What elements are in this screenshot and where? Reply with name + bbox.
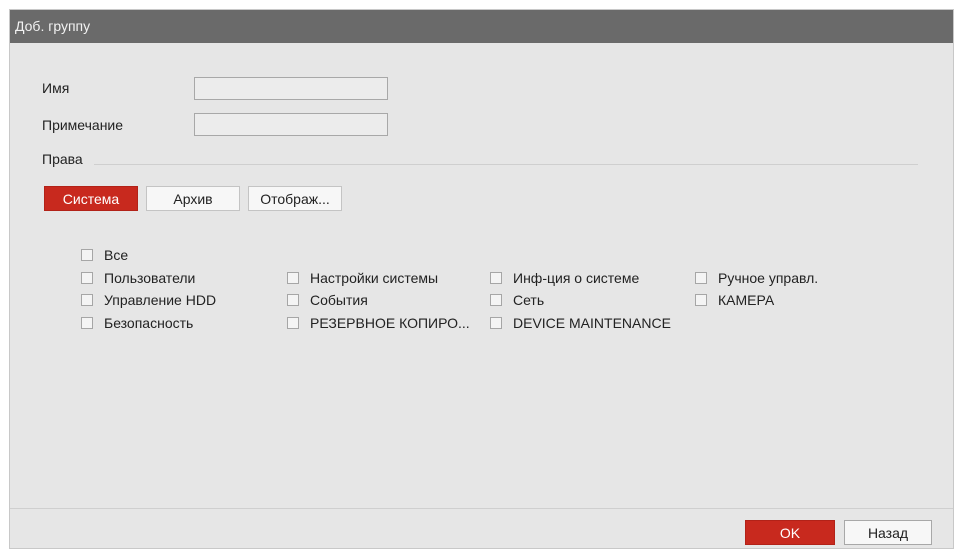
perm-system-info-label: Инф-ция о системе — [513, 270, 640, 286]
perm-events-checkbox[interactable] — [287, 294, 299, 306]
perm-camera-label: КАМЕРА — [718, 292, 775, 308]
perm-system-settings-label: Настройки системы — [310, 270, 439, 286]
perm-users-label: Пользователи — [104, 270, 196, 286]
footer-divider — [10, 508, 953, 509]
perm-security-checkbox[interactable] — [81, 317, 93, 329]
perm-manual-control-checkbox[interactable] — [695, 272, 707, 284]
name-input[interactable] — [194, 77, 388, 100]
perm-security-label: Безопасность — [104, 315, 194, 331]
perm-device-maintenance-label: DEVICE MAINTENANCE — [513, 315, 671, 331]
dialog-title: Доб. группу — [10, 10, 953, 43]
perm-users-checkbox[interactable] — [81, 272, 93, 284]
perm-device-maintenance-checkbox[interactable] — [490, 317, 502, 329]
perm-backup-label: РЕЗЕРВНОЕ КОПИРО... — [310, 315, 470, 331]
perm-backup-checkbox[interactable] — [287, 317, 299, 329]
perm-hdd-label: Управление HDD — [104, 292, 217, 308]
name-label: Имя — [42, 80, 70, 96]
tab-system[interactable]: Система — [44, 186, 138, 211]
rights-divider — [94, 164, 918, 165]
perm-camera-checkbox[interactable] — [695, 294, 707, 306]
rights-section-label: Права — [42, 151, 83, 167]
note-input[interactable] — [194, 113, 388, 136]
perm-events-label: События — [310, 292, 368, 308]
perm-hdd-checkbox[interactable] — [81, 294, 93, 306]
perm-all-label: Все — [104, 247, 129, 263]
add-group-dialog: Доб. группу Имя Примечание Права Система… — [9, 9, 954, 549]
back-button[interactable]: Назад — [844, 520, 932, 545]
perm-network-checkbox[interactable] — [490, 294, 502, 306]
ok-button[interactable]: OK — [745, 520, 835, 545]
perm-all-checkbox[interactable] — [81, 249, 93, 261]
perm-manual-control-label: Ручное управл. — [718, 270, 819, 286]
perm-system-settings-checkbox[interactable] — [287, 272, 299, 284]
perm-network-label: Сеть — [513, 292, 545, 308]
tab-archive[interactable]: Архив — [146, 186, 240, 211]
note-label: Примечание — [42, 117, 124, 133]
tab-display[interactable]: Отображ... — [248, 186, 342, 211]
perm-system-info-checkbox[interactable] — [490, 272, 502, 284]
